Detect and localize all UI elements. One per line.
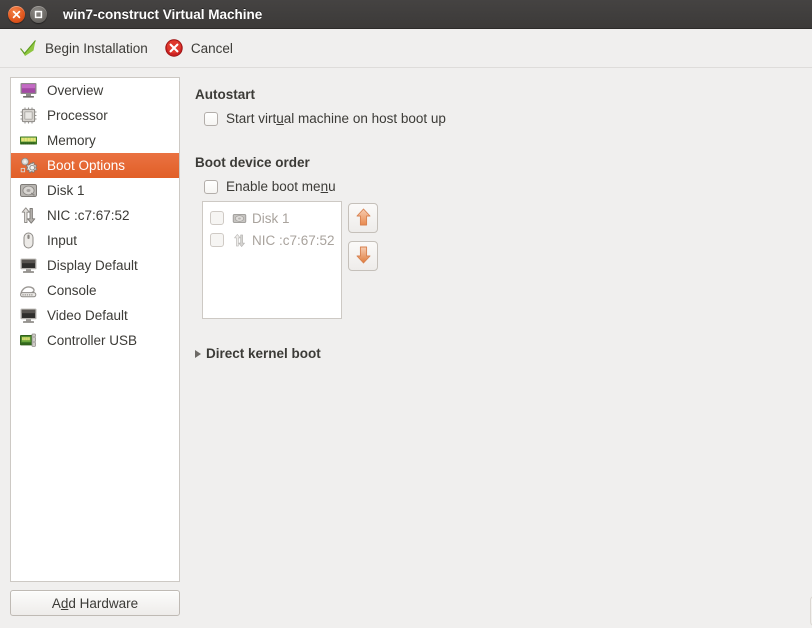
- sidebar-item-label: Processor: [47, 108, 108, 123]
- move-device-up-button[interactable]: [348, 203, 378, 233]
- green-check-icon: [18, 38, 38, 58]
- maximize-icon[interactable]: [30, 5, 47, 23]
- arrow-up-icon: [355, 208, 372, 229]
- cancel-toolbar-button[interactable]: Cancel: [156, 33, 241, 63]
- sidebar-item-label: Memory: [47, 133, 96, 148]
- window-title: win7-construct Virtual Machine: [63, 6, 263, 22]
- sidebar-item-label: Boot Options: [47, 158, 126, 173]
- enable-boot-menu-row[interactable]: Enable boot menu: [204, 179, 336, 194]
- sidebar-item-controller-usb[interactable]: Controller USB: [11, 328, 179, 353]
- sidebar-item-overview[interactable]: Overview: [11, 78, 179, 103]
- sidebar-item-label: Disk 1: [47, 183, 85, 198]
- sidebar-item-input[interactable]: Input: [11, 228, 179, 253]
- add-hardware-label: Add Hardware: [51, 595, 139, 611]
- sidebar-item-display-default[interactable]: Display Default: [11, 253, 179, 278]
- sidebar-item-video-default[interactable]: Video Default: [11, 303, 179, 328]
- add-hardware-button[interactable]: Add Hardware: [10, 590, 180, 616]
- boot-device-row[interactable]: NIC :c7:67:52: [203, 229, 341, 251]
- sidebar-item-label: Display Default: [47, 258, 138, 273]
- mouse-icon: [17, 230, 39, 252]
- console-icon: [17, 280, 39, 302]
- boot-device-label: NIC :c7:67:52: [252, 232, 335, 248]
- autostart-checkbox[interactable]: [204, 111, 218, 126]
- close-icon[interactable]: [8, 5, 25, 23]
- move-device-down-button[interactable]: [348, 241, 378, 271]
- display-icon: [17, 255, 39, 277]
- direct-kernel-boot-label: Direct kernel boot: [206, 346, 321, 361]
- begin-installation-label: Begin Installation: [45, 40, 148, 56]
- begin-installation-button[interactable]: Begin Installation: [10, 33, 156, 63]
- sidebar-item-label: NIC :c7:67:52: [47, 208, 130, 223]
- boot-device-list[interactable]: Disk 1 NIC :c7:67:52: [202, 201, 342, 319]
- enable-boot-menu-checkbox[interactable]: [204, 179, 218, 194]
- network-icon: [231, 232, 247, 248]
- red-x-icon: [164, 38, 184, 58]
- ram-icon: [17, 130, 39, 152]
- boot-device-order-heading: Boot device order: [195, 155, 310, 170]
- title-bar: win7-construct Virtual Machine: [0, 0, 812, 29]
- boot-device-checkbox[interactable]: [210, 211, 224, 225]
- network-icon: [17, 205, 39, 227]
- window-body: Overview Processor Memory Boot Options D…: [0, 69, 812, 628]
- video-icon: [17, 305, 39, 327]
- boot-options-panel: Autostart Start virtual machine on host …: [190, 77, 812, 628]
- boot-device-row[interactable]: Disk 1: [203, 207, 341, 229]
- boot-device-checkbox[interactable]: [210, 233, 224, 247]
- sidebar-item-disk-1[interactable]: Disk 1: [11, 178, 179, 203]
- harddisk-icon: [17, 180, 39, 202]
- sidebar-item-label: Video Default: [47, 308, 128, 323]
- sidebar-item-label: Input: [47, 233, 78, 248]
- sidebar-item-label: Overview: [47, 83, 104, 98]
- expander-collapsed-icon: [195, 349, 201, 358]
- autostart-checkbox-label: Start virtual machine on host boot up: [226, 111, 446, 126]
- sidebar-item-processor[interactable]: Processor: [11, 103, 179, 128]
- sidebar-item-label: Console: [47, 283, 97, 298]
- sidebar-item-boot-options[interactable]: Boot Options: [11, 153, 179, 178]
- boot-device-label: Disk 1: [252, 210, 290, 226]
- cpu-icon: [17, 105, 39, 127]
- gear-icon: [17, 155, 39, 177]
- hardware-list[interactable]: Overview Processor Memory Boot Options D…: [10, 77, 180, 582]
- sidebar-item-memory[interactable]: Memory: [11, 128, 179, 153]
- enable-boot-menu-label: Enable boot menu: [226, 179, 336, 194]
- direct-kernel-boot-expander[interactable]: Direct kernel boot: [195, 346, 321, 361]
- cancel-toolbar-label: Cancel: [190, 40, 233, 56]
- harddisk-icon: [231, 210, 247, 226]
- autostart-heading: Autostart: [195, 87, 255, 102]
- autostart-checkbox-row[interactable]: Start virtual machine on host boot up: [204, 111, 446, 126]
- toolbar: Begin Installation Cancel: [0, 29, 812, 68]
- monitor-icon: [17, 80, 39, 102]
- sidebar-item-nic[interactable]: NIC :c7:67:52: [11, 203, 179, 228]
- sidebar-item-label: Controller USB: [47, 333, 138, 348]
- sidebar-item-console[interactable]: Console: [11, 278, 179, 303]
- usb-card-icon: [17, 330, 39, 352]
- arrow-down-icon: [355, 246, 372, 267]
